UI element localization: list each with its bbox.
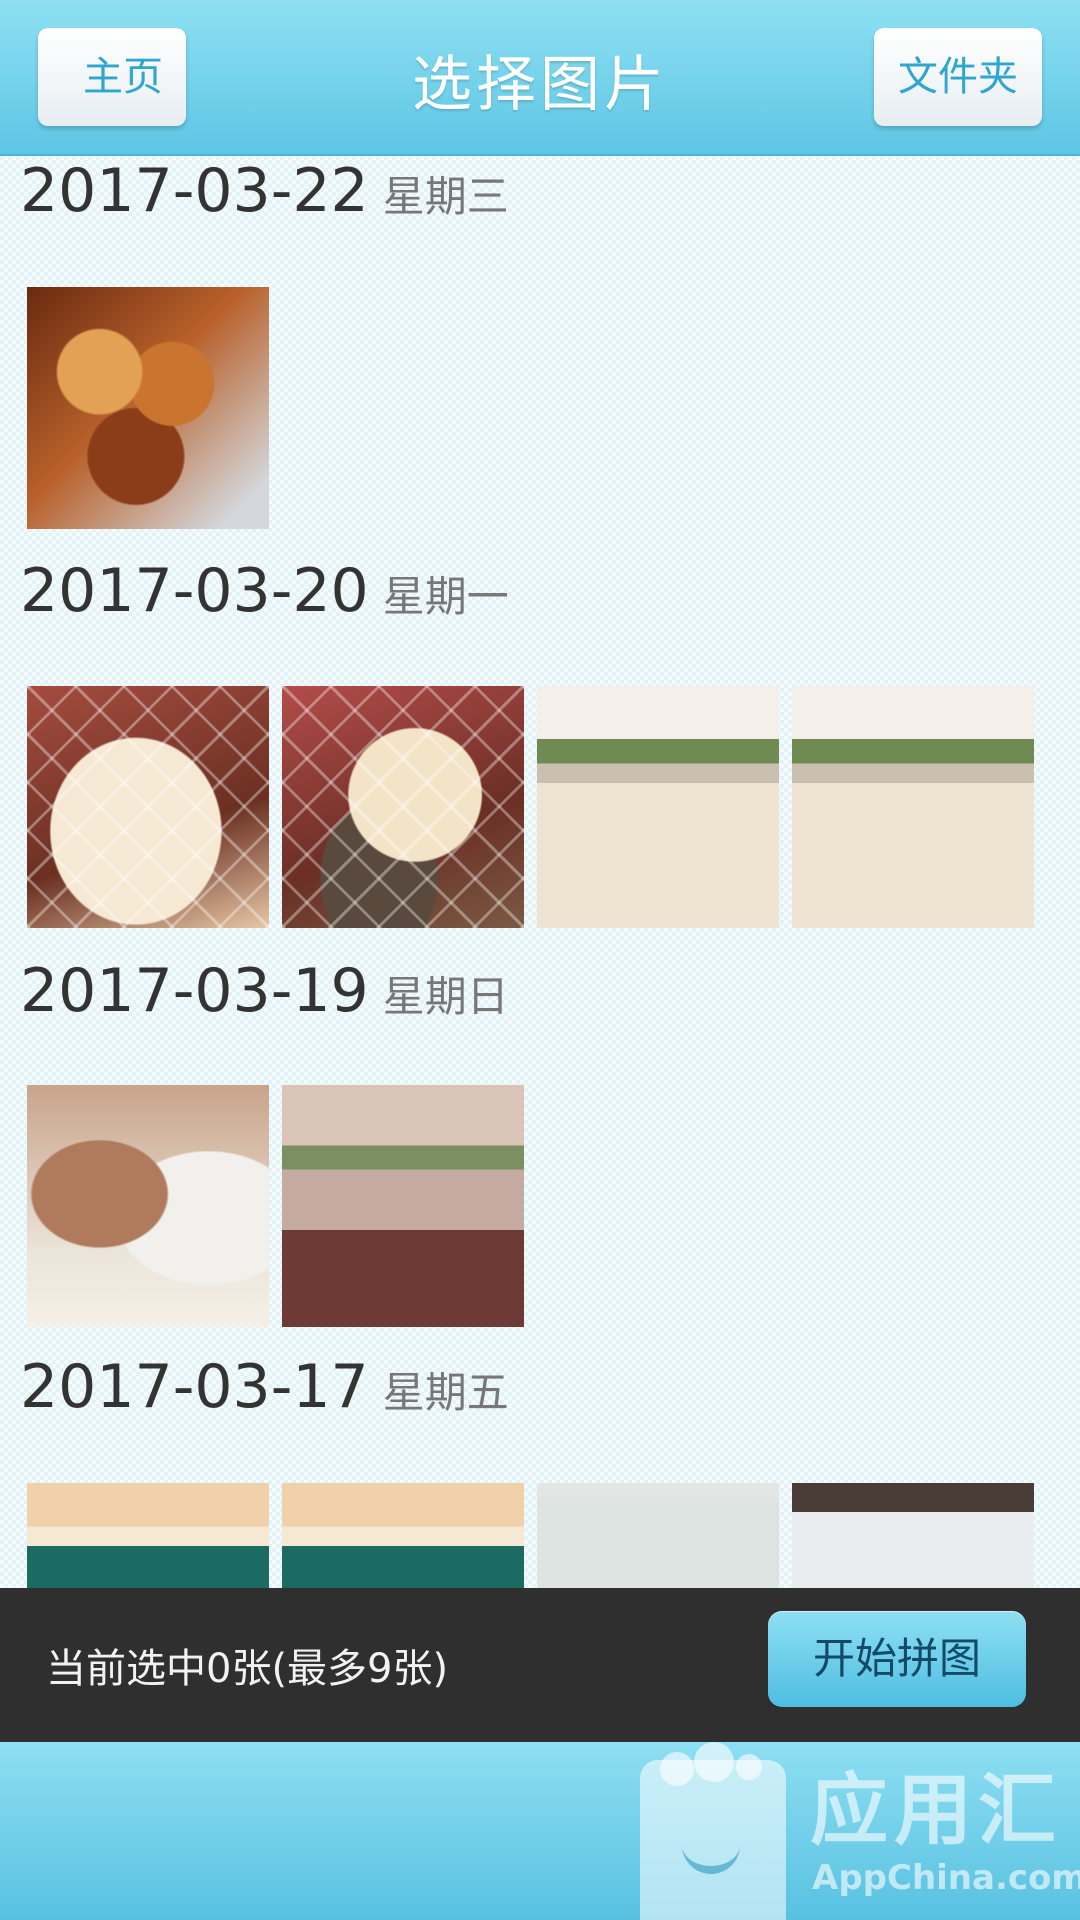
- selection-bar: 当前选中0张(最多9张) 开始拼图: [0, 1588, 1080, 1742]
- photo-thumbnail[interactable]: [282, 686, 524, 928]
- watermark-subtext: AppChina.com: [812, 1858, 1080, 1898]
- photo-thumbnail[interactable]: [27, 686, 269, 928]
- footer-banner: 应用汇 AppChina.com: [0, 1742, 1080, 1920]
- photo-thumbnail[interactable]: [282, 1085, 524, 1327]
- date-label: 2017-03-20: [20, 556, 369, 626]
- photo-thumbnail[interactable]: [792, 1483, 1034, 1588]
- date-label: 2017-03-19: [20, 956, 369, 1026]
- photo-thumbnail[interactable]: [792, 686, 1034, 928]
- date-header: 2017-03-22 星期三: [20, 156, 509, 226]
- weekday-label: 星期一: [382, 572, 509, 621]
- photo-thumbnail[interactable]: [537, 1483, 779, 1588]
- selection-count-text: 当前选中0张(最多9张): [46, 1646, 449, 1692]
- weekday-label: 星期日: [382, 972, 509, 1021]
- appchina-logo-icon: [640, 1760, 786, 1920]
- photo-thumbnail[interactable]: [282, 1483, 524, 1588]
- title-bar: 主页 选择图片 文件夹: [0, 0, 1080, 156]
- start-collage-button[interactable]: 开始拼图: [768, 1611, 1026, 1707]
- photo-list[interactable]: 2017-03-22 星期三 2017-03-20 星期一 2017-03-19 星期…: [0, 156, 1080, 1588]
- date-label: 2017-03-22: [20, 156, 369, 226]
- photo-thumbnail[interactable]: [27, 1483, 269, 1588]
- watermark-text: 应用汇: [810, 1766, 1063, 1856]
- photo-thumbnail[interactable]: [27, 287, 269, 529]
- date-header: 2017-03-17 星期五: [20, 1352, 509, 1422]
- photo-thumbnail[interactable]: [27, 1085, 269, 1327]
- weekday-label: 星期三: [382, 172, 509, 221]
- photo-thumbnail[interactable]: [537, 686, 779, 928]
- date-header: 2017-03-20 星期一: [20, 556, 509, 626]
- date-label: 2017-03-17: [20, 1352, 369, 1422]
- folder-button[interactable]: 文件夹: [874, 28, 1042, 126]
- date-header: 2017-03-19 星期日: [20, 956, 509, 1026]
- weekday-label: 星期五: [382, 1368, 509, 1417]
